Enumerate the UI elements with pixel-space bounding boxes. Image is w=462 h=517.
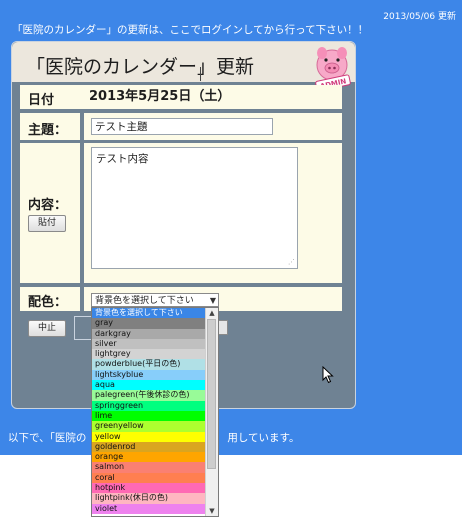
dropdown-option[interactable]: lightskyblue — [92, 369, 207, 381]
dropdown-option[interactable]: yellow — [92, 431, 207, 442]
dropdown-scrollbar[interactable]: ▲ ▼ — [205, 308, 218, 516]
obscured-button-right[interactable] — [218, 320, 228, 335]
last-updated-date: 2013/05/06 更新 — [383, 12, 456, 22]
content-text: テスト内容 — [96, 153, 149, 165]
resize-grip-icon[interactable]: ⋰ — [288, 258, 295, 266]
content-label: 内容： — [28, 198, 68, 213]
dropdown-option[interactable]: powderblue(平日の色) — [92, 359, 207, 370]
dropdown-option[interactable]: silver — [92, 338, 207, 350]
dropdown-option[interactable]: violet — [92, 503, 207, 514]
color-select-value: 背景色を選択して下さい — [95, 296, 194, 306]
footer-text-right: 用しています。 — [227, 432, 300, 444]
mouse-pointer-icon — [322, 366, 334, 384]
dropdown-option[interactable]: darkgray — [92, 328, 207, 339]
dropdown-option[interactable]: gray — [92, 318, 207, 329]
login-notice: 「医院のカレンダー」の更新は、ここでログインしてから行って下さい！！ — [12, 24, 369, 36]
obscured-button[interactable] — [74, 316, 92, 340]
dropdown-option[interactable]: hotpink — [92, 483, 207, 494]
date-value: 2013年5月25日（土） — [80, 85, 342, 109]
dropdown-option[interactable]: lightpink(休日の色) — [92, 493, 207, 504]
scroll-up-icon[interactable]: ▲ — [206, 308, 218, 318]
dropdown-option[interactable]: lime — [92, 410, 207, 422]
subject-label: 主題： — [20, 113, 80, 140]
color-label: 配色： — [28, 295, 68, 310]
dropdown-option[interactable]: 背景色を選択して下さい — [92, 308, 207, 319]
dropdown-option[interactable]: lightgrey — [92, 349, 207, 360]
footer-text-left: 以下で、「医院の — [8, 432, 87, 444]
subject-input[interactable]: テスト主題 — [91, 118, 273, 135]
dropdown-option[interactable]: aqua — [92, 380, 207, 391]
dropdown-option[interactable]: greenyellow — [92, 421, 207, 432]
content-label-cell: 内容： — [20, 143, 80, 283]
scrollbar-thumb[interactable] — [207, 319, 216, 469]
dropdown-option[interactable]: goldenrod — [92, 441, 207, 453]
content-textarea[interactable]: テスト内容 ⋰ — [91, 147, 298, 269]
text-cursor-icon — [200, 67, 201, 81]
cancel-button[interactable]: 中止 — [28, 320, 66, 337]
dropdown-option[interactable]: palegreen(午後休診の色) — [92, 390, 207, 401]
dropdown-option[interactable]: springgreen — [92, 400, 207, 411]
dropdown-option[interactable]: coral — [92, 472, 207, 484]
dropdown-option[interactable]: orange — [92, 452, 207, 463]
color-dropdown-list[interactable]: 背景色を選択して下さい gray darkgray silver lightgrey po… — [91, 307, 219, 517]
dropdown-options: 背景色を選択して下さい gray darkgray silver lightgrey po… — [92, 308, 207, 514]
date-label: 日付 — [20, 85, 80, 109]
chevron-down-icon[interactable]: ▼ — [210, 294, 216, 308]
dropdown-option[interactable]: salmon — [92, 462, 207, 473]
panel-header: 「医院のカレンダー」更新 ADMIN — [12, 42, 355, 91]
paste-button[interactable]: 貼付 — [28, 215, 66, 232]
scroll-down-icon[interactable]: ▼ — [206, 506, 218, 516]
page-title: 「医院のカレンダー」更新 — [26, 56, 255, 78]
color-label-cell: 配色： — [20, 287, 80, 311]
color-select[interactable]: 背景色を選択して下さい ▼ — [91, 293, 219, 307]
